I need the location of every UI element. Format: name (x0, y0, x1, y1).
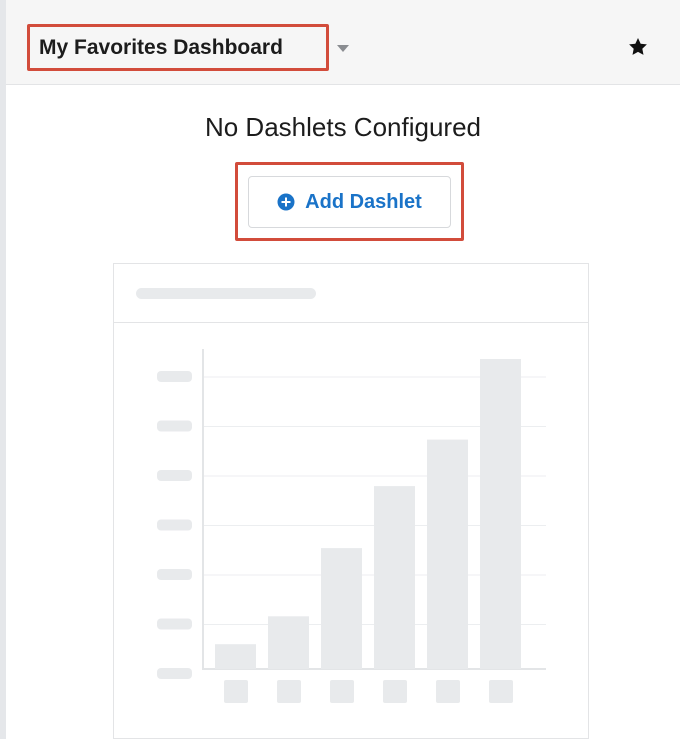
placeholder-y-tick (157, 668, 192, 679)
placeholder-y-tick (157, 371, 192, 382)
bar-chart-placeholder (157, 349, 546, 703)
placeholder-bar (321, 548, 362, 669)
placeholder-y-tick (157, 519, 192, 531)
left-edge-divider (0, 0, 6, 739)
placeholder-x-tick (383, 680, 407, 703)
placeholder-x-tick (330, 680, 354, 703)
placeholder-bar (268, 616, 309, 669)
dashboard-title[interactable]: My Favorites Dashboard (39, 36, 283, 60)
placeholder-bar (427, 439, 468, 669)
star-icon-glyph (629, 38, 647, 55)
placeholder-y-tick (157, 618, 192, 630)
add-dashlet-highlight: Add Dashlet (235, 162, 464, 241)
dashboard-title-highlight[interactable]: My Favorites Dashboard (27, 24, 329, 71)
placeholder-x-tick (436, 680, 460, 703)
empty-dashlets-message: No Dashlets Configured (204, 112, 482, 142)
placeholder-y-tick (157, 420, 192, 432)
plus-circle-icon (277, 193, 295, 211)
placeholder-card-header (114, 264, 588, 323)
dashboard-header: My Favorites Dashboard (6, 0, 680, 85)
placeholder-y-tick (157, 470, 192, 481)
placeholder-title-bar (136, 288, 316, 299)
placeholder-bar (215, 644, 256, 669)
add-dashlet-label: Add Dashlet (305, 190, 422, 213)
placeholder-bar (374, 486, 415, 669)
caret-down-icon[interactable] (337, 45, 349, 52)
placeholder-x-tick (489, 680, 513, 703)
placeholder-bar (480, 359, 521, 669)
dashboard-frame: My Favorites Dashboard No Dashlets Confi… (0, 0, 680, 739)
star-icon[interactable] (624, 33, 652, 61)
placeholder-y-tick (157, 569, 192, 580)
placeholder-x-tick (224, 680, 248, 703)
add-dashlet-button[interactable]: Add Dashlet (248, 176, 451, 228)
placeholder-x-tick (277, 680, 301, 703)
placeholder-dashlet-card (113, 263, 589, 739)
